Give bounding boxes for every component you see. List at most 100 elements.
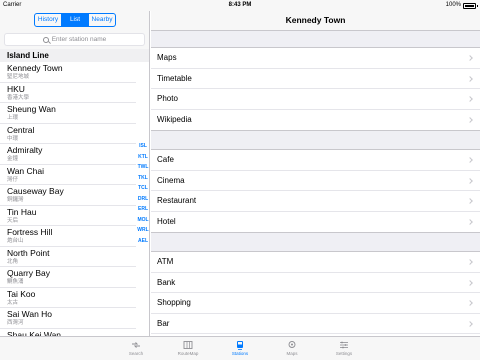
detail-cell[interactable]: Wikipedia [151,110,480,131]
detail-cell-label: Maps [157,53,177,62]
tab-label: RouteMap [177,351,199,356]
station-name: Kennedy Town [7,63,63,73]
detail-cell-label: Restaurant [157,196,197,205]
segment-list[interactable]: List [62,14,89,26]
station-row[interactable]: Sheung Wan 上環 [0,103,136,124]
chevron-right-icon [467,300,473,306]
station-name: Quarry Bay [7,268,50,278]
search-placeholder: Enter station name [51,36,107,43]
battery-status: 100% [446,0,478,11]
tab-label: Settings [335,351,353,356]
station-list: Kennedy Town 堅尼地城 HKU 香港大學 Sheung Wan 上環 Centr… [0,62,136,336]
station-search-input[interactable]: Enter station name [4,33,145,46]
station-row[interactable]: Tai Koo 太古 [0,288,136,308]
chevron-right-icon [467,198,473,204]
station-row[interactable]: Admiralty 金鐘 [0,144,136,165]
station-name-chinese: 中環 [7,135,19,142]
line-section-header: Island Line [0,49,149,62]
line-index-item[interactable]: DRL [136,194,149,205]
station-name: HKU [7,83,25,94]
station-name-chinese: 北角 [7,258,19,265]
status-time: 8:43 PM [228,2,252,8]
tab-label: Stations [231,351,249,356]
line-index-item[interactable]: TKL [136,173,149,184]
line-index-item[interactable]: AEL [136,236,149,247]
station-name: Shau Kei Wan [7,329,62,337]
line-index-item[interactable]: TCL [136,183,149,194]
battery-icon [463,2,478,9]
station-row[interactable]: Central 中環 [0,124,136,144]
station-name: Fortress Hill [7,227,53,237]
station-name-chinese: 金鐘 [7,156,19,162]
detail-group: ATMBankShoppingBarBeauty Salon [151,251,480,336]
station-name: Tin Hau [7,206,37,217]
station-detail-panel: Kennedy Town Maps Timetable Photo Wikipedia… [151,11,480,336]
detail-title: Kennedy Town [151,11,480,31]
view-segmented-control: History List Nearby [34,13,116,27]
station-list-header: History List Nearby Enter station name [0,11,149,49]
detail-cell[interactable]: Cafe [151,150,480,171]
chevron-right-icon [467,218,473,225]
station-row[interactable]: Tin Hau 天后 [0,206,136,226]
station-name-chinese: 香港大學 [7,94,30,101]
status-bar: Carrier 8:43 PM 100% [0,0,480,11]
station-name-chinese: 炮台山 [7,238,24,244]
station-row[interactable]: Fortress Hill 炮台山 [0,226,136,247]
station-row[interactable]: Wan Chai 灣仔 [0,165,136,185]
detail-cell-label: Bank [157,277,176,287]
station-name-chinese: 灣仔 [7,176,19,183]
line-index-item[interactable]: KTL [136,152,149,163]
line-index-item[interactable]: ERL [136,204,149,215]
detail-cell[interactable]: Photo [151,89,480,110]
detail-cell[interactable]: Bar [151,314,480,334]
chevron-right-icon [467,75,473,82]
chevron-right-icon [467,279,473,286]
search-icon [42,36,49,43]
tab-search[interactable]: Search [110,337,162,360]
detail-cell-label: Hotel [157,216,176,226]
segment-history[interactable]: History [35,14,62,26]
chevron-right-icon [467,177,473,184]
detail-cell[interactable]: Shopping [151,293,480,314]
station-name: Tai Koo [7,288,36,299]
tab-settings[interactable]: Settings [318,337,370,360]
station-name-chinese: 銅鑼灣 [7,197,24,203]
detail-groups: Maps Timetable Photo Wikipedia Cafe Cinema Res… [151,47,480,336]
station-row[interactable]: HKU 香港大學 [0,83,136,103]
station-row[interactable]: Shau Kei Wan筲箕灣 [0,329,136,337]
station-row[interactable]: Kennedy Town 堅尼地城 [0,62,136,83]
detail-cell-label: Cafe [157,155,174,164]
detail-cell[interactable]: Bank [151,273,480,293]
line-index-item[interactable]: TWL [136,162,149,173]
station-name: North Point [7,247,50,258]
tab-maps[interactable]: Maps [266,337,318,360]
detail-cell[interactable]: Timetable [151,69,480,89]
tab-routemap[interactable]: RouteMap [162,337,214,360]
tab-label: Maps [286,351,298,356]
segment-nearby[interactable]: Nearby [89,14,115,26]
detail-cell[interactable]: Restaurant [151,191,480,212]
station-row[interactable]: Causeway Bay 銅鑼灣 [0,185,136,206]
settings-tab-icon [318,340,370,350]
detail-group: Maps Timetable Photo Wikipedia [151,47,480,131]
station-name-chinese: 天后 [7,217,19,224]
detail-cell[interactable]: ATM [151,252,480,273]
detail-cell[interactable]: Maps [151,48,480,69]
detail-cell-label: Shopping [157,298,191,307]
line-index-item[interactable]: WRL [136,225,149,236]
detail-cell-label: Photo [157,94,178,103]
station-row[interactable]: Sai Wan Ho 西灣河 [0,308,136,329]
station-row[interactable]: Quarry Bay 鰂魚涌 [0,267,136,288]
station-name-chinese: 西灣河 [7,320,24,326]
tab-stations[interactable]: Stations [214,337,266,360]
detail-cell[interactable]: Hotel [151,212,480,233]
line-index-item[interactable]: ISL [136,141,149,152]
line-index-item[interactable]: MOL [136,215,149,226]
chevron-right-icon [467,259,473,265]
chevron-right-icon [467,55,473,61]
detail-cell-label: Wikipedia [157,114,192,124]
station-row[interactable]: North Point 北角 [0,247,136,267]
detail-cell[interactable]: Cinema [151,171,480,191]
search-tab-icon [110,340,162,350]
station-name: Sheung Wan [7,104,56,114]
